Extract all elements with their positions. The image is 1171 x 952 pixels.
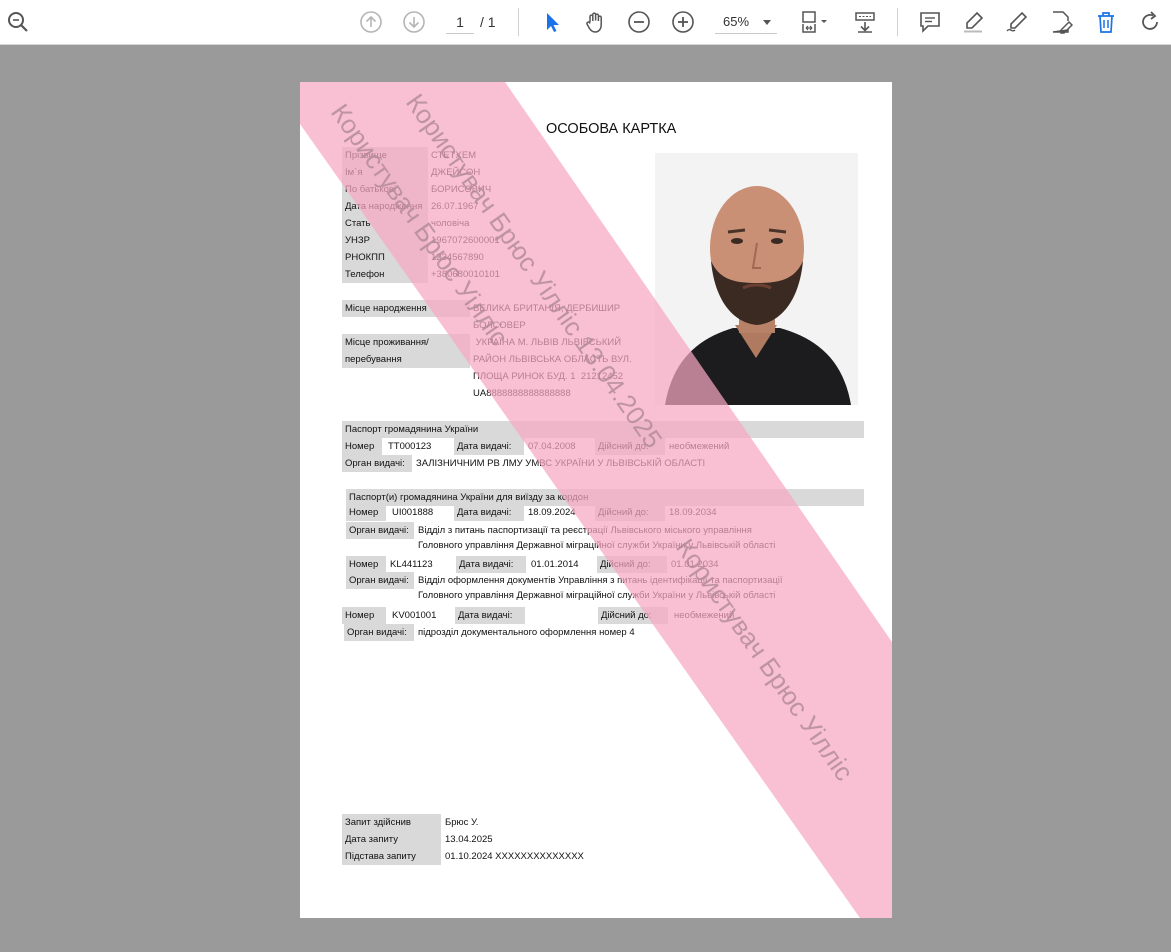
label-foreign-authority: Орган видачі: <box>346 522 414 539</box>
edit-text-icon[interactable] <box>1045 6 1077 38</box>
next-page-button[interactable] <box>398 6 430 38</box>
label-rnokpp: РНОКПП <box>342 249 428 266</box>
label-passport-issued: Дата видачі: <box>454 438 524 455</box>
birth-place-line: ВЕЛИКА БРИТАНІЯ, ДЕРБИШИР <box>473 303 621 314</box>
label-residence: Місце проживання/ <box>342 334 470 351</box>
value-surname: СТЕТХЕМ <box>431 150 477 161</box>
label-passport-authority: Орган видачі: <box>342 455 412 472</box>
label-residence-cont: перебування <box>342 351 470 368</box>
label-name: Ім`я <box>342 164 428 181</box>
label-request-date: Дата запиту <box>342 831 441 848</box>
label-foreign-issued: Дата видачі: <box>454 504 524 521</box>
passport-header: Паспорт громадянина України <box>342 421 864 438</box>
value-foreign-issued: 01.01.2014 <box>531 559 579 570</box>
value-foreign-number: UI001888 <box>392 507 434 518</box>
label-foreign-issued: Дата видачі: <box>455 607 525 624</box>
value-passport-number: ТТ000123 <box>388 441 432 452</box>
value-passport-issued: 07.04.2008 <box>528 441 576 452</box>
zoom-value: 65% <box>723 14 750 29</box>
page-number-input[interactable]: 1 <box>446 11 474 34</box>
value-foreign-valid: 01.01.2034 <box>671 559 719 570</box>
residence-line: UA8888888888888888 <box>473 388 571 399</box>
zoom-out-icon[interactable] <box>623 6 655 38</box>
value-phone: +380680010101 <box>431 269 500 280</box>
value-foreign-number: KV001001 <box>392 610 437 621</box>
zoom-in-icon[interactable] <box>667 6 699 38</box>
label-foreign-valid: Дійсний до: <box>598 607 668 624</box>
label-unzr: УНЗР <box>342 232 428 249</box>
fit-page-icon[interactable] <box>794 6 834 38</box>
value-name: ДЖЕЙСОН <box>431 167 481 178</box>
value-passport-valid: необмежений <box>669 441 730 452</box>
label-birth-place: Місце народження <box>342 300 470 317</box>
toolbar-divider <box>518 8 519 36</box>
label-passport-valid: Дійсний до: <box>595 438 665 455</box>
value-foreign-authority: підрозділ документального оформлення ном… <box>418 627 635 638</box>
value-birthdate: 26.07.1967 <box>431 201 479 212</box>
toolbar-divider <box>897 8 898 36</box>
label-foreign-authority: Орган видачі: <box>344 624 414 641</box>
residence-line: УКРАЇНА М. ЛЬВІВ ЛЬВІВСЬКИЙ <box>473 337 622 348</box>
value-foreign-issued: 18.09.2024 <box>528 507 576 518</box>
pdf-toolbar: 1 / 1 65% <box>0 0 1171 45</box>
label-birthdate: Дата народження <box>342 198 428 215</box>
search-icon[interactable] <box>2 6 34 38</box>
label-request-basis: Підстава запиту <box>342 848 441 865</box>
highlight-icon[interactable] <box>957 6 989 38</box>
label-sex: Стать <box>342 215 428 232</box>
value-rnokpp: 1234567890 <box>431 252 484 263</box>
label-foreign-authority: Орган видачі: <box>346 572 414 589</box>
value-passport-authority: ЗАЛІЗНИЧНИМ РВ ЛМУ УМВС УКРАЇНИ У ЛЬВІВС… <box>416 458 706 469</box>
rotate-icon[interactable] <box>1134 6 1166 38</box>
value-request-date: 13.04.2025 <box>445 834 493 845</box>
value-foreign-valid: необмежений <box>674 610 735 621</box>
previous-page-button[interactable] <box>355 6 387 38</box>
label-foreign-number: Номер <box>346 556 386 573</box>
comment-icon[interactable] <box>914 6 946 38</box>
label-patronymic: По батькові <box>342 181 428 198</box>
select-cursor-icon[interactable] <box>535 6 567 38</box>
value-request-by: Брюс У. <box>445 817 479 828</box>
delete-icon[interactable] <box>1090 6 1122 38</box>
label-surname: Прізвище <box>342 147 428 164</box>
value-unzr: 1967072600001 <box>431 235 500 246</box>
document-title: ОСОБОВА КАРТКА <box>546 121 677 137</box>
label-request-by: Запит здійснив <box>342 814 441 831</box>
value-foreign-number: KL441123 <box>390 559 433 570</box>
value-foreign-authority: Головного управління Державної міграційн… <box>418 590 776 601</box>
value-sex: чоловіча <box>431 218 470 229</box>
person-photo <box>655 153 858 405</box>
label-passport-number: Номер <box>342 438 382 455</box>
chevron-down-icon <box>763 20 771 25</box>
residence-line: РАЙОН ЛЬВІВСЬКА ОБЛАСТЬ ВУЛ. <box>473 354 632 365</box>
label-foreign-number: Номер <box>346 504 386 521</box>
scroll-mode-icon[interactable] <box>849 6 881 38</box>
birth-place-line: БОЛСОВЕР <box>473 320 526 331</box>
label-foreign-number: Номер <box>342 607 386 624</box>
label-phone: Телефон <box>342 266 428 283</box>
value-foreign-authority: Головного управління Державної міграційн… <box>418 540 776 551</box>
pdf-page: ОСОБОВА КАРТКА Прізвище СТЕТХЕМ Ім`я ДЖЕ… <box>300 82 892 918</box>
value-foreign-valid: 18.09.2034 <box>669 507 717 518</box>
label-foreign-issued: Дата видачі: <box>456 556 526 573</box>
value-request-basis: 01.10.2024 XXXXXXXXXXXXXX <box>445 851 584 862</box>
value-patronymic: БОРИСОВИЧ <box>431 184 492 195</box>
page-total: / 1 <box>480 14 496 30</box>
zoom-select[interactable]: 65% <box>715 11 777 34</box>
residence-line: ПЛОЩА РИНОК БУД. 1 21212452 <box>473 371 624 382</box>
label-foreign-valid: Дійсний до: <box>595 504 665 521</box>
label-foreign-valid: Дійсний до: <box>597 556 667 573</box>
hand-tool-icon[interactable] <box>579 6 611 38</box>
draw-icon[interactable] <box>1001 6 1033 38</box>
